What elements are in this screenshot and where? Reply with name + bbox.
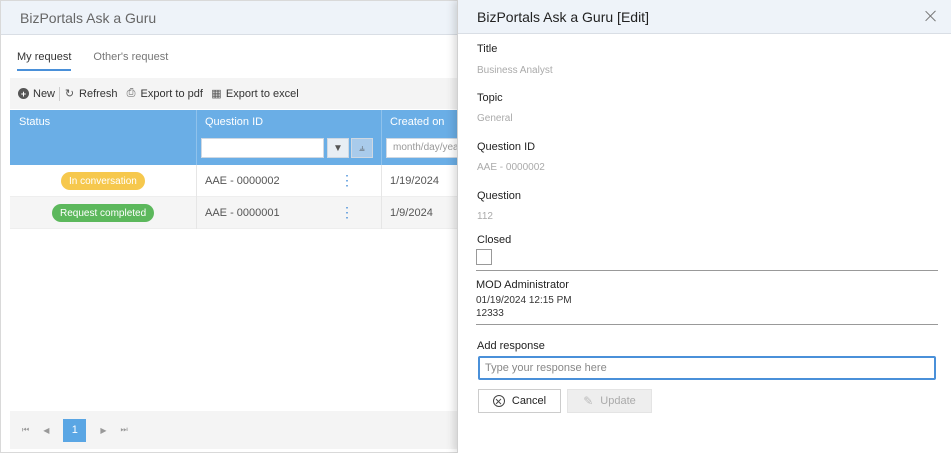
divider: [476, 270, 938, 271]
edit-panel: BizPortals Ask a Guru [Edit] Title Busin…: [457, 0, 951, 453]
title-label: Title: [477, 43, 498, 55]
comment-author: MOD Administrator: [476, 279, 569, 291]
update-button[interactable]: ✎ Update: [567, 389, 652, 413]
column-header-created-on[interactable]: Created on: [390, 116, 444, 128]
more-options-icon[interactable]: ⋮: [340, 205, 354, 219]
divider: [476, 324, 938, 325]
column-divider: [381, 110, 382, 165]
export-excel-label: Export to excel: [225, 87, 299, 100]
refresh-button[interactable]: ↻ Refresh: [60, 87, 122, 101]
new-button-label: New: [33, 87, 56, 100]
topic-value: General: [477, 113, 513, 124]
tab-bar: My request Other's request: [17, 51, 168, 71]
panel-header: BizPortals Ask a Guru [Edit]: [458, 0, 951, 34]
column-divider: [196, 110, 197, 165]
grid-header: Status Question ID Created on ▼ ⫨ month/…: [10, 110, 470, 165]
plus-icon: +: [18, 88, 29, 99]
refresh-button-label: Refresh: [79, 87, 118, 100]
panel-title: BizPortals Ask a Guru [Edit]: [477, 8, 649, 25]
closed-label: Closed: [477, 234, 512, 246]
cancel-button-label: Cancel: [511, 395, 547, 407]
grid-toolbar: + New ↻ Refresh ⎙ Export to pdf ▦ Export…: [10, 78, 470, 109]
response-input[interactable]: [478, 356, 936, 380]
cancel-icon: [492, 395, 505, 407]
table-row[interactable]: In conversation AAE - 0000002 ⋮ 1/19/202…: [10, 165, 470, 197]
previous-page-icon[interactable]: ◀: [43, 426, 49, 435]
cell-divider: [381, 197, 382, 229]
excel-icon: ▦: [211, 88, 222, 100]
column-header-question-id[interactable]: Question ID: [205, 116, 263, 128]
pdf-icon: ⎙: [126, 87, 136, 99]
export-excel-button[interactable]: ▦ Export to excel: [207, 87, 303, 101]
tab-my-request[interactable]: My request: [17, 51, 72, 71]
comment-text: 12333: [476, 308, 504, 319]
page-number-button[interactable]: 1: [63, 418, 87, 442]
cell-divider: [196, 165, 197, 197]
close-icon[interactable]: [925, 10, 937, 22]
new-button[interactable]: + New: [14, 88, 59, 100]
created-on-cell: 1/9/2024: [390, 207, 433, 219]
update-button-label: Update: [600, 395, 636, 407]
column-header-status[interactable]: Status: [19, 116, 50, 128]
cell-divider: [196, 197, 197, 229]
closed-checkbox[interactable]: [476, 249, 492, 265]
tab-others-request[interactable]: Other's request: [93, 51, 168, 71]
status-badge: Request completed: [52, 204, 155, 222]
last-page-icon[interactable]: ⏭: [121, 425, 128, 435]
more-options-icon[interactable]: ⋮: [340, 173, 354, 187]
table-row[interactable]: Request completed AAE - 0000001 ⋮ 1/9/20…: [10, 197, 470, 229]
question-id-cell: AAE - 0000001: [205, 207, 280, 219]
app-title: BizPortals Ask a Guru: [20, 9, 157, 26]
add-response-label: Add response: [477, 340, 545, 352]
export-pdf-label: Export to pdf: [140, 87, 203, 100]
question-id-cell: AAE - 0000002: [205, 175, 280, 187]
filter-icon[interactable]: ▼: [327, 138, 349, 158]
pager: ⏮ ◀ 1 ▶ ⏭: [10, 411, 470, 449]
title-value: Business Analyst: [477, 65, 553, 76]
topic-label: Topic: [477, 92, 503, 104]
cell-divider: [381, 165, 382, 197]
question-id-label: Question ID: [477, 141, 536, 153]
comment-timestamp: 01/19/2024 12:15 PM: [476, 295, 572, 306]
cancel-button[interactable]: Cancel: [478, 389, 561, 413]
refresh-icon: ↻: [64, 88, 75, 100]
request-grid: Status Question ID Created on ▼ ⫨ month/…: [10, 110, 470, 229]
status-badge: In conversation: [61, 172, 145, 190]
next-page-icon[interactable]: ▶: [100, 426, 106, 435]
clear-filter-icon[interactable]: ⫨: [351, 138, 373, 158]
created-on-cell: 1/19/2024: [390, 175, 439, 187]
question-id-value: AAE - 0000002: [477, 162, 545, 173]
pencil-icon: ✎: [583, 394, 594, 408]
question-label: Question: [477, 190, 522, 202]
first-page-icon[interactable]: ⏮: [22, 425, 29, 435]
question-id-filter-input[interactable]: [201, 138, 324, 158]
export-pdf-button[interactable]: ⎙ Export to pdf: [122, 87, 207, 100]
question-value: 112: [477, 211, 493, 222]
